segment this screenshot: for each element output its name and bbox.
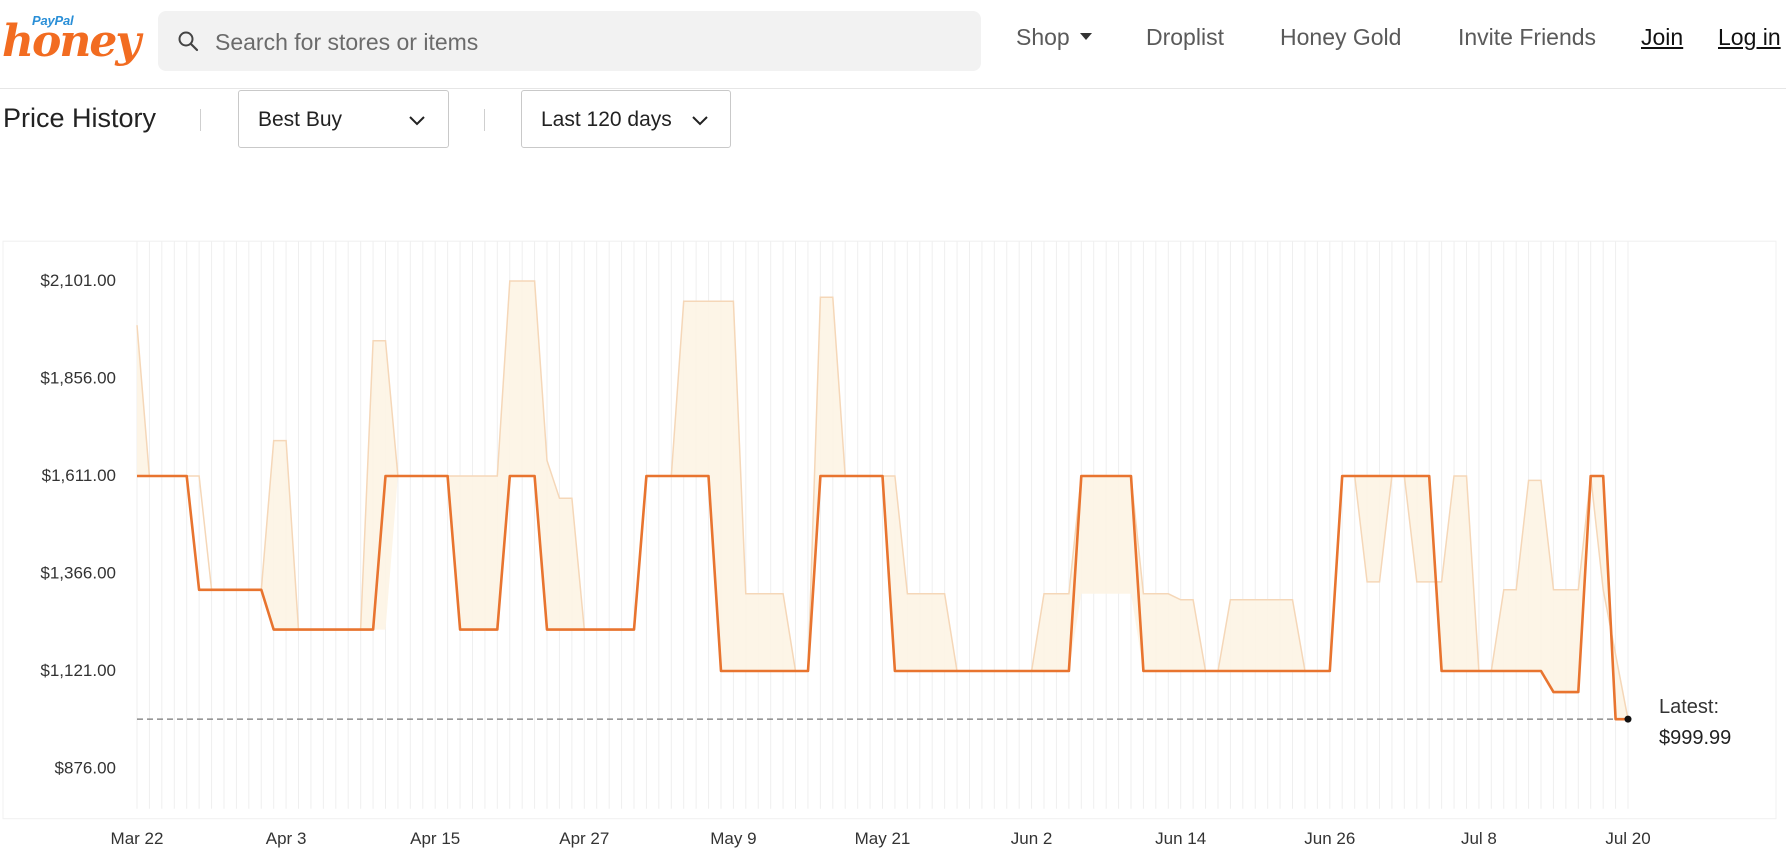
x-tick-label: Jun 14 bbox=[1155, 829, 1206, 848]
y-tick-label: $1,121.00 bbox=[40, 661, 116, 680]
x-tick-label: Mar 22 bbox=[111, 829, 164, 848]
x-tick-label: May 21 bbox=[855, 829, 911, 848]
latest-value: $999.99 bbox=[1659, 727, 1731, 749]
x-tick-label: May 9 bbox=[710, 829, 756, 848]
x-tick-label: Apr 27 bbox=[559, 829, 609, 848]
latest-label: Latest: bbox=[1659, 696, 1719, 718]
y-tick-label: $2,101.00 bbox=[40, 271, 116, 290]
y-tick-label: $1,856.00 bbox=[40, 369, 116, 388]
y-tick-label: $876.00 bbox=[55, 759, 116, 778]
x-tick-label: Apr 15 bbox=[410, 829, 460, 848]
x-tick-label: Jun 2 bbox=[1011, 829, 1053, 848]
price-history-chart: $2,101.00 $1,856.00 $1,611.00 $1,366.00 $1,1… bbox=[2, 240, 1777, 848]
x-tick-label: Jul 8 bbox=[1461, 829, 1497, 848]
x-tick-label: Jul 20 bbox=[1605, 829, 1650, 848]
x-tick-label: Apr 3 bbox=[266, 829, 307, 848]
latest-price-point bbox=[1624, 715, 1632, 723]
y-tick-label: $1,611.00 bbox=[42, 466, 116, 485]
x-tick-label: Jun 26 bbox=[1304, 829, 1355, 848]
y-tick-label: $1,366.00 bbox=[40, 564, 116, 583]
